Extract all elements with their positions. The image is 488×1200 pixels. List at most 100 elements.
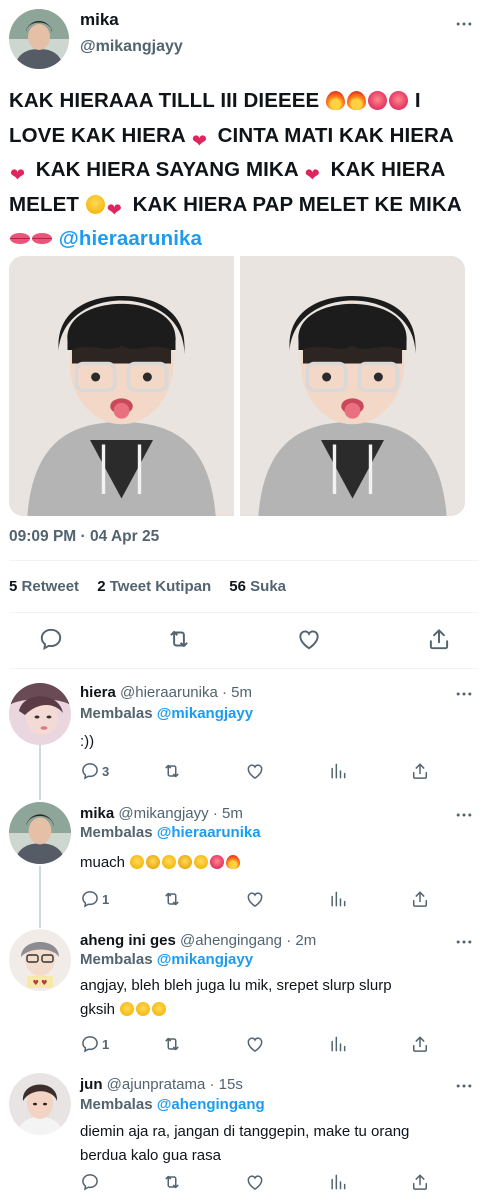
reply-actions: 3 — [80, 761, 460, 781]
retweet-stat[interactable]: 5 Retweet — [9, 578, 79, 595]
author-name[interactable]: mika — [80, 805, 114, 822]
more-icon[interactable] — [454, 932, 474, 952]
comment-icon — [80, 761, 100, 781]
reply-actions: 1 — [80, 889, 460, 909]
avatar[interactable] — [9, 683, 71, 745]
author-name[interactable]: hiera — [80, 684, 116, 701]
mention-link[interactable]: @ahengingang — [157, 1096, 265, 1113]
reply-text: diemin aja ra, jangan di tanggepin, make… — [80, 1123, 410, 1164]
divider — [9, 668, 479, 669]
heart-icon[interactable] — [245, 761, 265, 781]
analytics-icon[interactable] — [328, 889, 348, 909]
fire-emoji — [326, 91, 346, 110]
mention-link[interactable]: @mikangjayy — [157, 951, 253, 968]
share-icon[interactable] — [410, 761, 430, 781]
author-handle[interactable]: @mikangjayy — [80, 38, 183, 56]
red-heart-emoji — [10, 158, 29, 193]
retweet-icon[interactable] — [162, 889, 182, 909]
emoji — [162, 855, 177, 869]
emoji — [120, 1002, 135, 1016]
reply-time[interactable]: · 5m — [213, 805, 243, 822]
mention-link[interactable]: @hieraarunika — [157, 824, 261, 841]
analytics-icon[interactable] — [328, 1034, 348, 1054]
lips-emoji — [32, 233, 52, 244]
avatar[interactable]: ♥ ♥ — [9, 929, 71, 991]
retweet-icon[interactable] — [162, 1172, 182, 1192]
divider — [9, 612, 479, 613]
emoji — [130, 855, 145, 869]
like-stat[interactable]: 56 Suka — [229, 578, 286, 595]
avatar[interactable] — [9, 9, 69, 69]
comment-button[interactable]: 1 — [80, 1034, 109, 1054]
tweet-timestamp[interactable]: 09:09 PM · 04 Apr 25 — [9, 528, 159, 546]
emoji — [178, 855, 193, 869]
comment-icon[interactable] — [80, 1172, 100, 1192]
heart-icon[interactable] — [245, 1034, 265, 1054]
comment-button[interactable]: 1 — [80, 889, 109, 909]
tongue-face-emoji — [85, 194, 105, 214]
analytics-icon[interactable] — [328, 1172, 348, 1192]
share-icon[interactable] — [410, 1034, 430, 1054]
replying-to: Membalas @mikangjayy — [80, 705, 254, 722]
reply-text: angjay, bleh bleh juga lu mik, srepet sl… — [80, 977, 392, 1018]
comment-icon — [80, 889, 100, 909]
photo-1[interactable] — [9, 256, 234, 516]
reply-text: muach — [80, 851, 460, 875]
author-handle[interactable]: @hieraarunika — [120, 684, 218, 701]
more-icon[interactable] — [454, 805, 474, 825]
emoji — [152, 1002, 167, 1016]
heart-icon[interactable] — [296, 626, 322, 652]
author-name[interactable]: aheng ini ges — [80, 932, 176, 949]
comment-icon[interactable] — [38, 626, 64, 652]
heart-icon[interactable] — [245, 1172, 265, 1192]
retweet-icon[interactable] — [166, 626, 192, 652]
mention-link[interactable]: @hieraarunika — [59, 227, 202, 250]
divider — [9, 560, 479, 561]
share-icon[interactable] — [410, 1172, 430, 1192]
tweet-text: KAK HIERAAA TILLL III DIEEEE I LOVE KAK … — [9, 84, 479, 257]
red-heart-emoji — [192, 124, 211, 159]
reply-time[interactable]: · 2m — [286, 932, 316, 949]
emoji — [194, 855, 209, 869]
share-icon[interactable] — [426, 626, 452, 652]
fire-emoji — [347, 91, 367, 110]
comment-button[interactable]: 3 — [80, 761, 109, 781]
author-handle[interactable]: @ajunpratama — [107, 1076, 206, 1093]
author-handle[interactable]: @mikangjayy — [118, 805, 208, 822]
more-icon[interactable] — [454, 684, 474, 704]
reply-time[interactable]: · 5m — [222, 684, 252, 701]
photo-grid — [9, 256, 465, 516]
hot-face-emoji — [389, 91, 409, 110]
author-handle[interactable]: @ahengingang — [180, 932, 282, 949]
mention-link[interactable]: @mikangjayy — [157, 705, 253, 722]
retweet-icon[interactable] — [162, 761, 182, 781]
fire-emoji — [226, 855, 241, 869]
replying-to: Membalas @mikangjayy — [80, 951, 254, 968]
hot-face-emoji — [210, 855, 225, 869]
hot-face-emoji — [368, 91, 388, 110]
thread-line — [39, 866, 41, 928]
photo-2[interactable] — [240, 256, 465, 516]
emoji — [146, 855, 161, 869]
quote-stat[interactable]: 2 Tweet Kutipan — [97, 578, 211, 595]
avatar[interactable] — [9, 1073, 71, 1135]
replying-to: Membalas @hieraarunika — [80, 824, 261, 841]
red-heart-emoji — [305, 158, 324, 193]
analytics-icon[interactable] — [328, 761, 348, 781]
red-heart-emoji — [107, 193, 126, 228]
reply-text: :)) — [80, 733, 95, 750]
author-name[interactable]: jun — [80, 1076, 103, 1093]
replying-to: Membalas @ahengingang — [80, 1096, 265, 1113]
heart-icon[interactable] — [245, 889, 265, 909]
avatar[interactable] — [9, 802, 71, 864]
reply-time[interactable]: · 15s — [209, 1076, 242, 1093]
share-icon[interactable] — [410, 889, 430, 909]
retweet-icon[interactable] — [162, 1034, 182, 1054]
tweet-stats: 5 Retweet 2 Tweet Kutipan 56 Suka — [9, 578, 300, 595]
more-icon[interactable] — [454, 14, 474, 34]
reply-actions: 1 — [80, 1034, 460, 1054]
author-name[interactable]: mika — [80, 10, 119, 30]
comment-icon — [80, 1034, 100, 1054]
more-icon[interactable] — [454, 1076, 474, 1096]
lips-emoji — [10, 233, 30, 244]
